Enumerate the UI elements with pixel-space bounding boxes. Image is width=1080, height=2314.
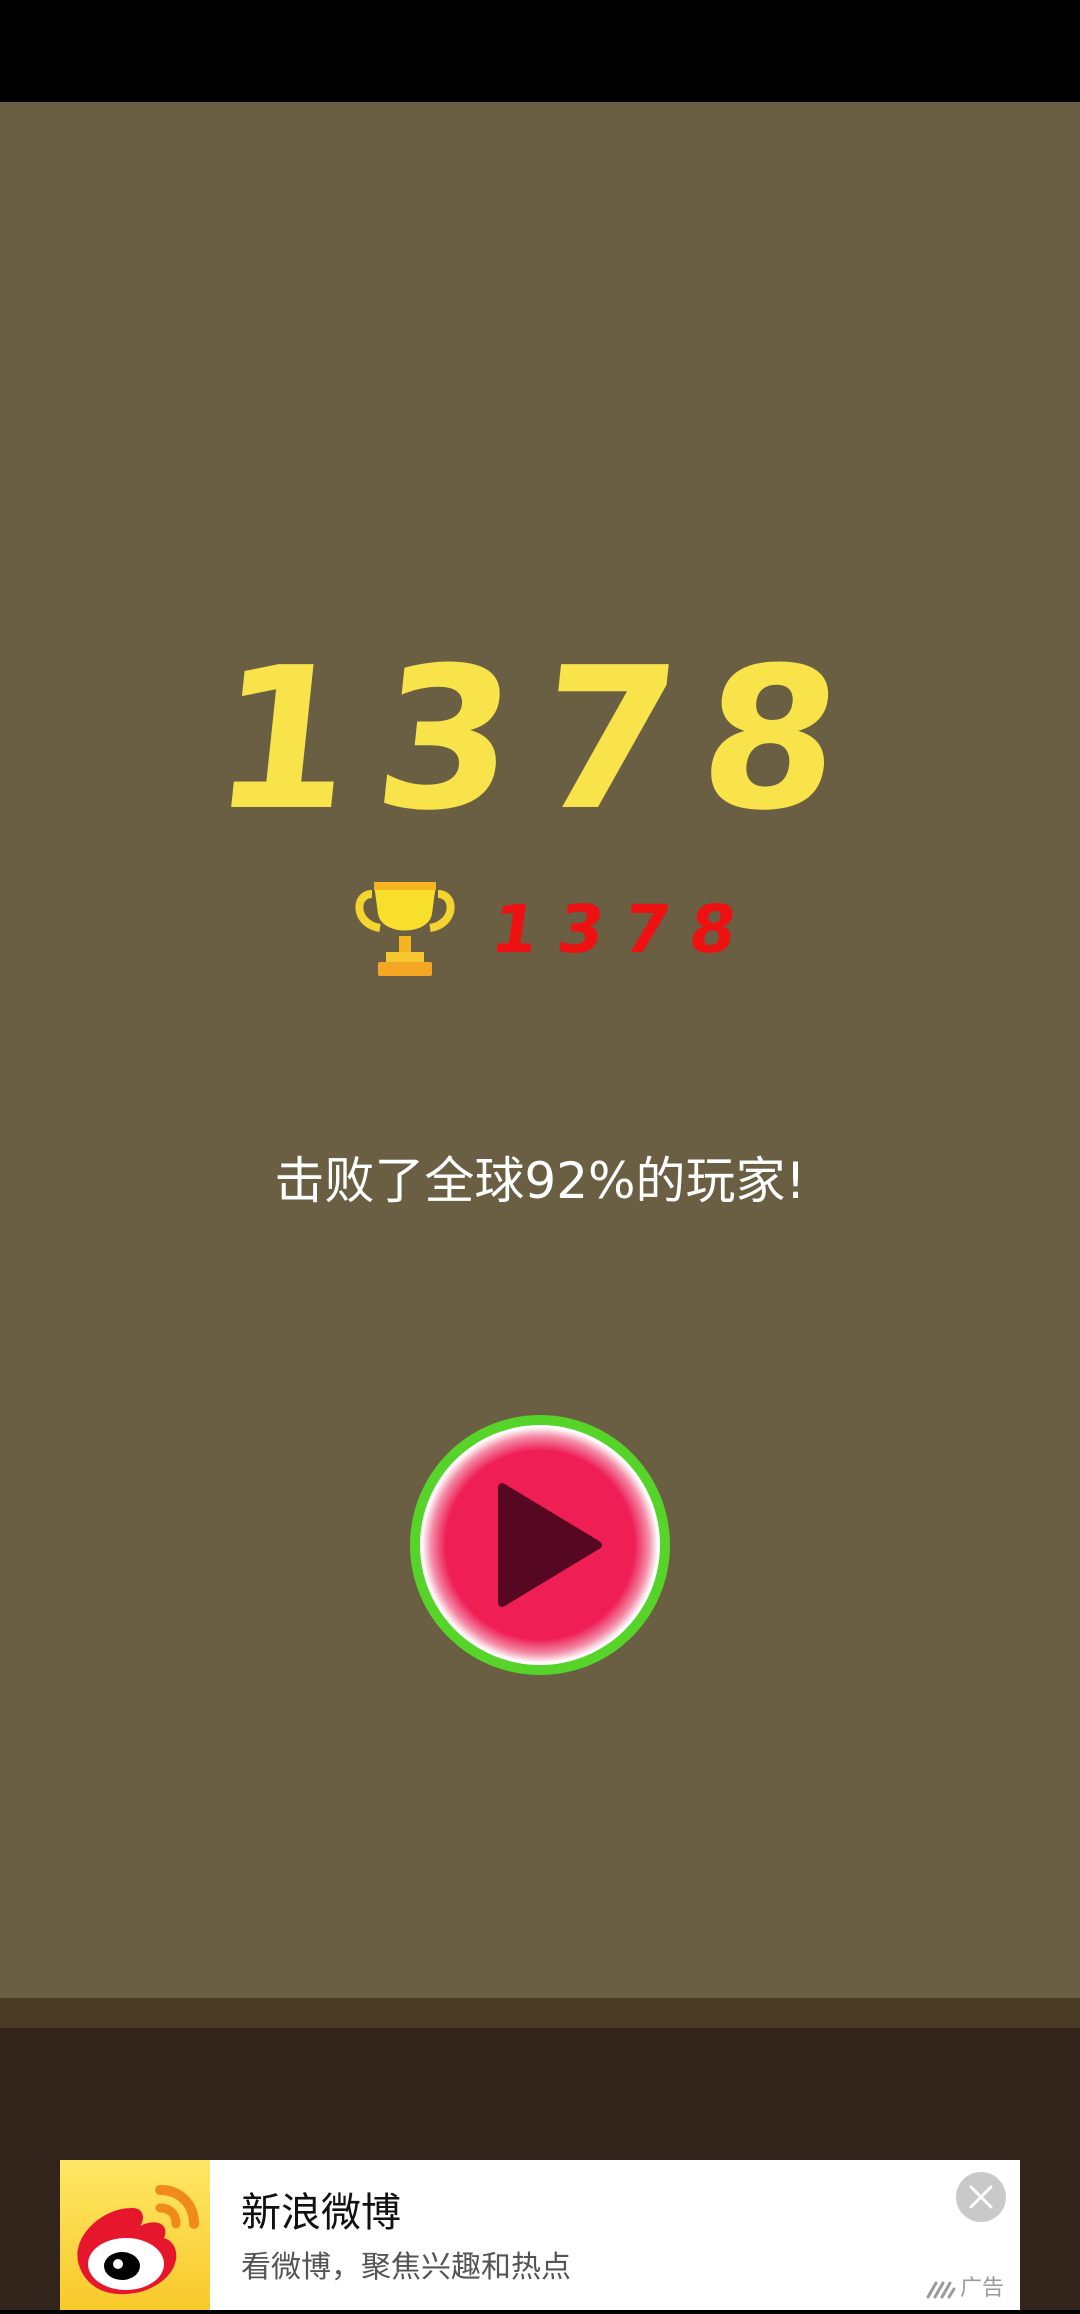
ad-subtitle: 看微博，聚焦兴趣和热点 <box>241 2250 571 2285</box>
ad-tag: 广告 <box>926 2272 1004 2306</box>
ad-banner[interactable]: 新浪微博 看微博，聚焦兴趣和热点 广告 <box>60 2160 1020 2310</box>
ground-edge <box>0 1998 1080 2028</box>
score-display: 1378 <box>203 626 877 854</box>
play-button[interactable] <box>408 1413 672 1677</box>
trophy-icon <box>355 882 455 976</box>
ad-network-icon <box>926 2281 956 2299</box>
weibo-logo-icon[interactable] <box>60 2160 210 2310</box>
ad-title[interactable]: 新浪微博 <box>241 2188 401 2238</box>
defeat-message: 击败了全球92%的玩家! <box>274 1152 806 1210</box>
best-score: 1378 <box>486 891 762 968</box>
status-bar <box>0 0 1080 102</box>
game-area <box>0 102 1080 1998</box>
best-score-row: 1378 <box>340 880 761 990</box>
close-icon[interactable] <box>956 2172 1006 2222</box>
ad-tag-label: 广告 <box>960 2276 1005 2301</box>
